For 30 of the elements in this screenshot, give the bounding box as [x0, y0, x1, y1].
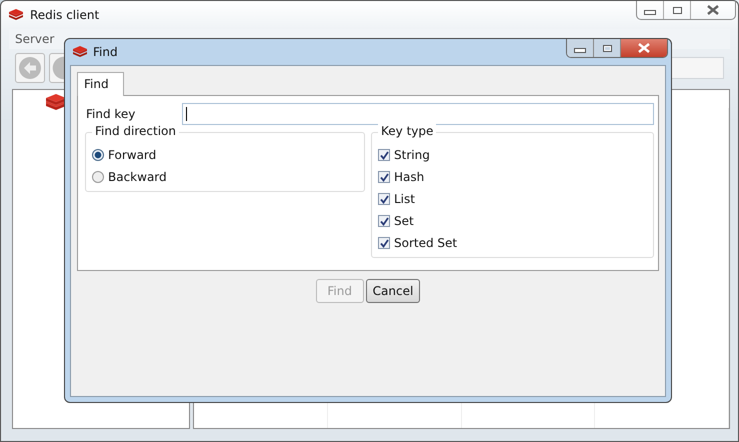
close-icon [638, 43, 650, 53]
redis-logo-icon [8, 8, 24, 22]
redis-logo-icon [72, 45, 88, 59]
option-label: Backward [108, 170, 167, 184]
option-label: Set [394, 214, 414, 228]
checkbox[interactable] [378, 171, 390, 183]
redis-server-icon[interactable] [45, 93, 67, 113]
group-title: Find direction [92, 124, 179, 138]
radio-button[interactable] [92, 171, 104, 183]
window-title: Redis client [30, 8, 100, 22]
checkbox[interactable] [378, 193, 390, 205]
tab[interactable]: Find [77, 72, 124, 96]
minimize-button[interactable] [567, 39, 594, 57]
checkbox[interactable] [378, 215, 390, 227]
dialog-button[interactable]: Cancel [366, 279, 420, 303]
checkbox[interactable] [378, 149, 390, 161]
checkbox[interactable] [378, 237, 390, 249]
radio-button[interactable] [92, 149, 104, 161]
close-button[interactable] [621, 39, 667, 57]
option-label: Forward [108, 148, 156, 162]
dialog-title: Find [93, 45, 118, 59]
menu-item[interactable]: Server [15, 32, 54, 46]
maximize-button[interactable] [594, 39, 621, 57]
option-label: Hash [394, 170, 424, 184]
option-label: List [394, 192, 415, 206]
option-label: Sorted Set [394, 236, 458, 250]
group-title: Key type [378, 124, 436, 138]
find-key-label: Find key [86, 107, 136, 121]
close-icon [707, 5, 719, 15]
option-label: String [394, 148, 430, 162]
